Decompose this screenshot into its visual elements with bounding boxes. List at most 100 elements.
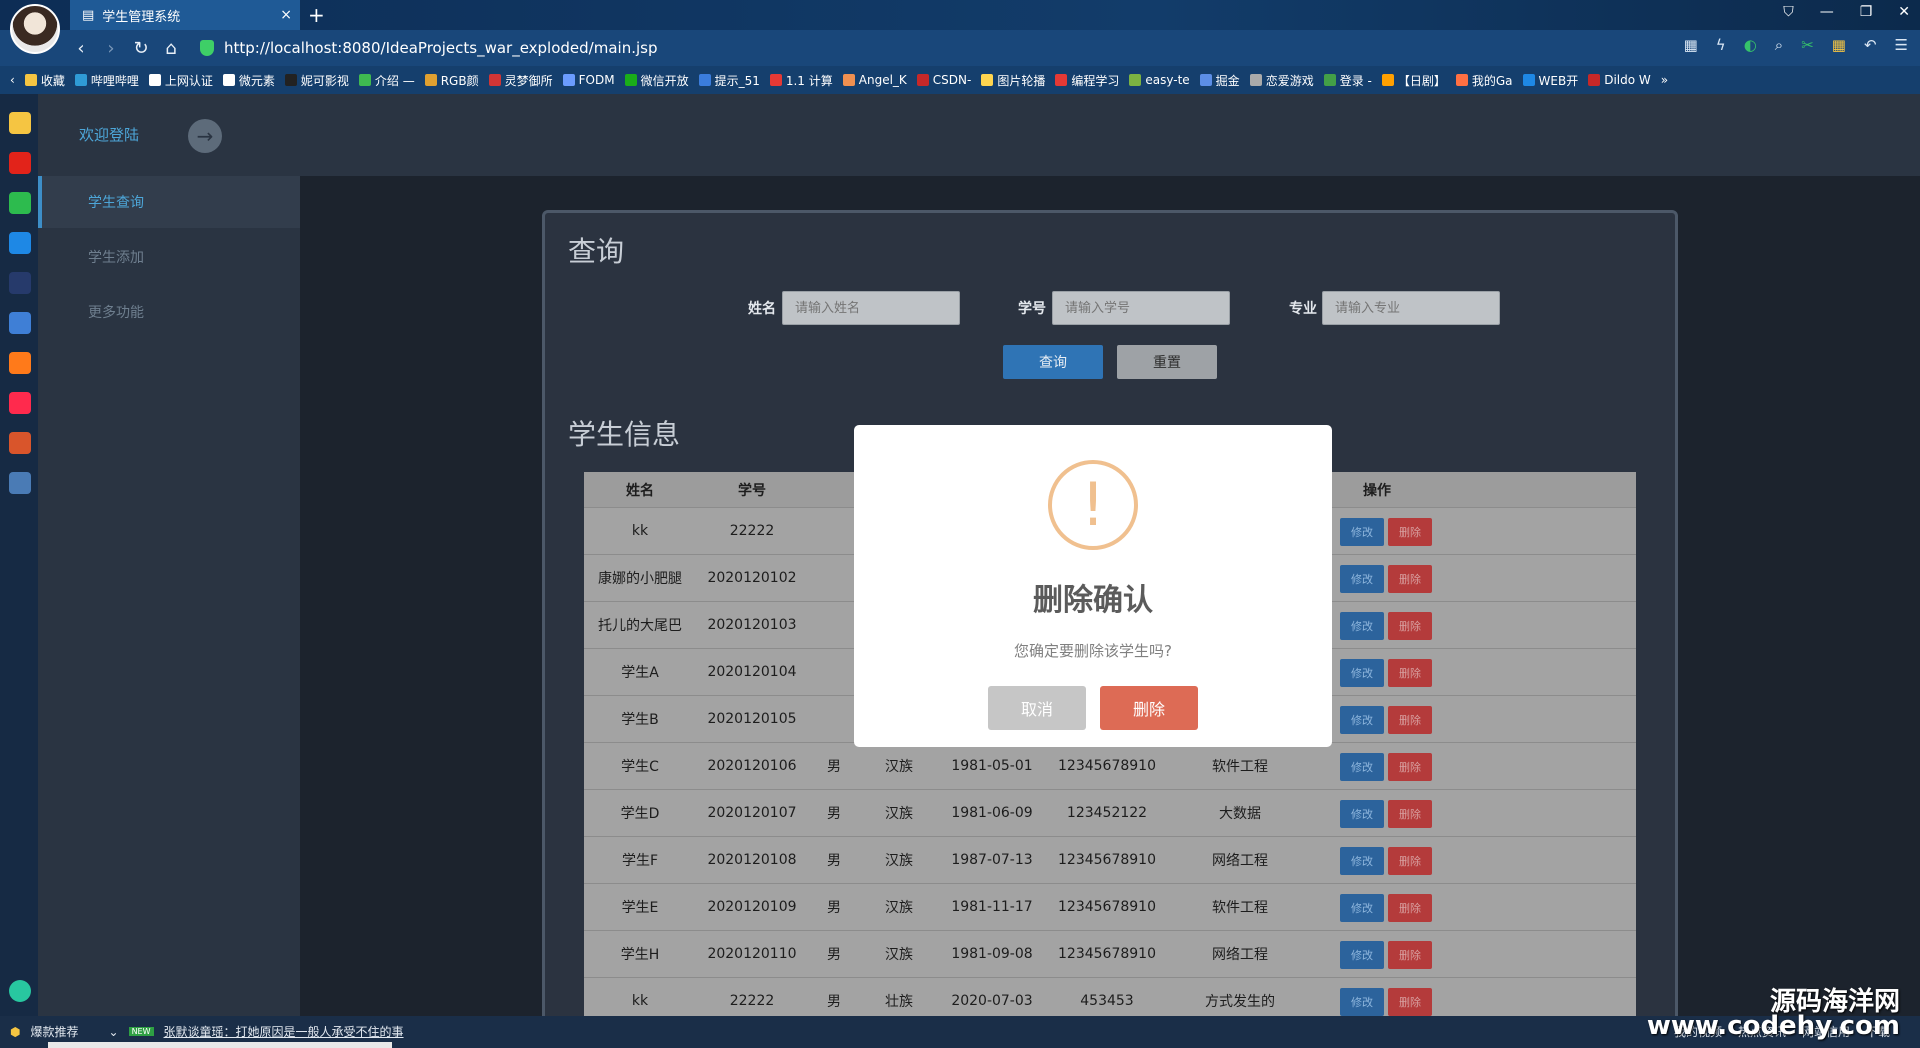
sidebar-item-student-add[interactable]: 学生添加 — [38, 231, 300, 283]
table-cell: 2020120106 — [707, 758, 797, 774]
edit-button[interactable]: 修改 — [1340, 753, 1384, 781]
major-input[interactable] — [1322, 291, 1500, 325]
delete-button[interactable]: 删除 — [1388, 894, 1432, 922]
table-cell: 1981-05-01 — [951, 758, 1033, 774]
edit-button[interactable]: 修改 — [1340, 894, 1384, 922]
chevron-down-icon[interactable]: ⌄ — [109, 1025, 119, 1039]
bookmark-item[interactable]: 1.1 计算 — [769, 72, 833, 89]
id-input[interactable] — [1052, 291, 1230, 325]
name-input[interactable] — [782, 291, 960, 325]
browser-tab[interactable]: ▤ 学生管理系统 × — [70, 0, 300, 30]
game-icon[interactable] — [9, 392, 31, 414]
grid-icon[interactable]: ▦ — [1684, 36, 1698, 54]
bookmark-item[interactable]: Dildo W — [1588, 73, 1651, 87]
confirm-delete-button[interactable]: 删除 — [1100, 686, 1198, 730]
cancel-button[interactable]: 取消 — [988, 686, 1086, 730]
restore-icon[interactable]: ❐ — [1860, 4, 1873, 20]
bookmark-icon — [981, 74, 994, 86]
bookmark-item[interactable]: 介绍 — — [358, 72, 415, 89]
delete-button[interactable]: 删除 — [1388, 800, 1432, 828]
sidebar-toggle-icon[interactable]: ‹ — [10, 73, 15, 87]
game2-icon[interactable] — [9, 432, 31, 454]
back-icon[interactable]: ‹ — [66, 38, 96, 59]
delete-button[interactable]: 删除 — [1388, 753, 1432, 781]
edit-button[interactable]: 修改 — [1340, 565, 1384, 593]
bookmark-item[interactable]: 上网认证 — [148, 72, 213, 89]
shirt-icon[interactable]: ⛉ — [1783, 4, 1794, 20]
bookmark-item[interactable]: 图片轮播 — [981, 72, 1045, 89]
doc-icon[interactable] — [9, 312, 31, 334]
edit-button[interactable]: 修改 — [1340, 659, 1384, 687]
edit-button[interactable]: 修改 — [1340, 800, 1384, 828]
bookmark-item[interactable]: 微信开放 — [624, 72, 689, 89]
close-window-icon[interactable]: ✕ — [1898, 4, 1910, 20]
menu-icon[interactable]: ☰ — [1895, 36, 1908, 54]
delete-button[interactable]: 删除 — [1388, 941, 1432, 969]
new-tab-button[interactable]: + — [308, 3, 325, 27]
sidebar-item-student-query[interactable]: 学生查询 — [38, 176, 300, 228]
bookmark-item[interactable]: 【日剧】 — [1381, 72, 1446, 89]
bookmark-item[interactable]: easy-te — [1129, 73, 1190, 87]
search-icon[interactable]: ⌕ — [1775, 36, 1783, 54]
lightning-icon[interactable]: ϟ — [1716, 36, 1726, 54]
edit-button[interactable]: 修改 — [1340, 941, 1384, 969]
table-cell: 1981-11-17 — [951, 899, 1033, 915]
bookmark-item[interactable]: 微元素 — [222, 72, 275, 89]
bookmark-item[interactable]: 提示_51 — [698, 72, 760, 89]
delete-button[interactable]: 删除 — [1388, 847, 1432, 875]
table-header-cell: 操作 — [1363, 482, 1391, 499]
edit-button[interactable]: 修改 — [1340, 518, 1384, 546]
scissors-icon[interactable]: ✂ — [1801, 36, 1814, 54]
delete-button[interactable]: 删除 — [1388, 706, 1432, 734]
delete-button[interactable]: 删除 — [1388, 659, 1432, 687]
bookmark-item[interactable]: 编程学习 — [1055, 72, 1119, 89]
bookmark-item[interactable]: CSDN- — [916, 73, 971, 87]
tab-close-icon[interactable]: × — [280, 7, 292, 23]
news-link[interactable]: 张默谈童瑶：打她原因是一般人承受不住的事 — [164, 1023, 404, 1040]
reset-button[interactable]: 重置 — [1117, 345, 1217, 379]
mail-icon[interactable] — [9, 192, 31, 214]
news-icon[interactable] — [9, 272, 31, 294]
bookmark-item[interactable]: 灵梦御所 — [488, 72, 553, 89]
hot-recommend-label[interactable]: 爆款推荐 — [30, 1023, 78, 1040]
favorites-icon[interactable] — [9, 112, 31, 134]
game3-icon[interactable] — [9, 472, 31, 494]
home-icon[interactable]: ⌂ — [156, 38, 186, 59]
novel-icon[interactable] — [9, 352, 31, 374]
minimize-icon[interactable]: — — [1820, 4, 1834, 20]
url-field[interactable]: http://localhost:8080/IdeaProjects_war_e… — [200, 39, 657, 57]
sidebar-item-more[interactable]: 更多功能 — [38, 286, 300, 338]
apps-icon[interactable]: ▦ — [1832, 36, 1846, 54]
more-bookmarks-icon[interactable]: » — [1661, 73, 1668, 87]
edit-button[interactable]: 修改 — [1340, 988, 1384, 1016]
delete-button[interactable]: 删除 — [1388, 518, 1432, 546]
bookmark-item[interactable]: 我的Ga — [1455, 72, 1513, 89]
bookmark-item[interactable]: 哔哩哔哩 — [74, 72, 139, 89]
bookmark-item[interactable]: FODM — [562, 73, 615, 87]
bookmark-item[interactable]: 恋爱游戏 — [1249, 72, 1314, 89]
bookmark-item[interactable]: 登录 - — [1323, 72, 1372, 89]
undo-icon[interactable]: ↶ — [1864, 36, 1877, 54]
search-engine-icon[interactable]: ◐ — [1744, 36, 1757, 54]
edit-button[interactable]: 修改 — [1340, 847, 1384, 875]
bookmark-item[interactable]: RGB颜 — [424, 72, 479, 89]
user-avatar[interactable] — [10, 4, 60, 54]
bookmark-item[interactable]: WEB开 — [1522, 72, 1578, 89]
add-app-icon[interactable] — [9, 980, 31, 1002]
query-button[interactable]: 查询 — [1003, 345, 1103, 379]
delete-button[interactable]: 删除 — [1388, 988, 1432, 1016]
arrow-right-icon[interactable]: → — [188, 119, 222, 153]
edit-button[interactable]: 修改 — [1340, 706, 1384, 734]
forward-icon[interactable]: › — [96, 38, 126, 59]
delete-button[interactable]: 删除 — [1388, 612, 1432, 640]
edit-button[interactable]: 修改 — [1340, 612, 1384, 640]
bookmark-item[interactable]: 妮可影视 — [284, 72, 349, 89]
bookmark-item[interactable]: 掘金 — [1199, 72, 1240, 89]
bookmark-label: 编程学习 — [1071, 73, 1120, 88]
delete-button[interactable]: 删除 — [1388, 565, 1432, 593]
bookmark-item[interactable]: Angel_K — [842, 73, 907, 87]
bookmark-item[interactable]: 收藏 — [24, 72, 65, 89]
refresh-icon[interactable]: ↻ — [126, 38, 156, 59]
weibo-icon[interactable] — [9, 152, 31, 174]
p-app-icon[interactable] — [9, 232, 31, 254]
